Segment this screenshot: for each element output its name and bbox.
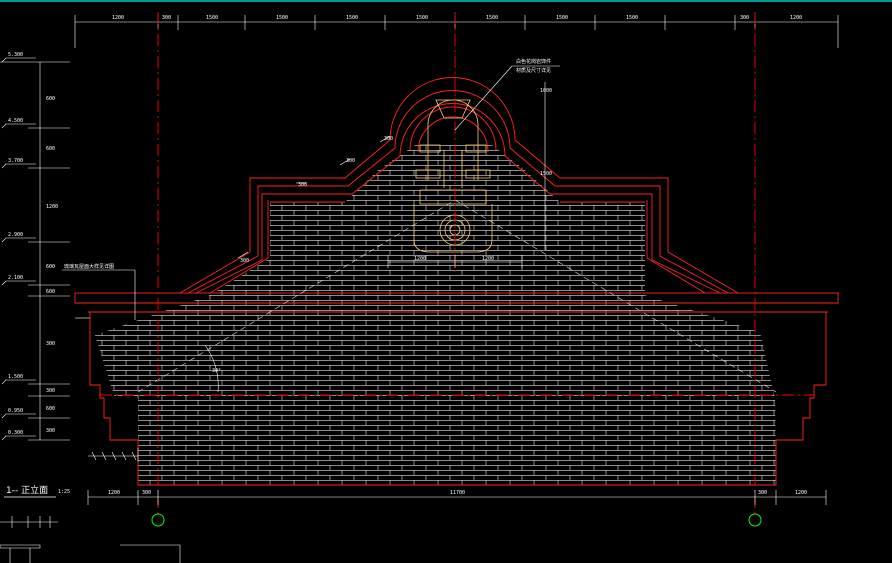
top-dimension-labels: 1200 300 1500 1500 1500 1500 1500 1500 1… <box>112 15 802 21</box>
top-dim-11: 1200 <box>790 15 802 21</box>
top-dim-10: 300 <box>740 15 749 21</box>
elev-6: 1.500 <box>8 374 23 380</box>
roof-dim-1: 300 <box>346 158 355 164</box>
roof-dim-2: 300 <box>298 182 307 188</box>
top-dim-2: 300 <box>162 15 171 21</box>
elev-7: 0.950 <box>8 408 23 414</box>
brick-wall-hatch <box>95 145 776 485</box>
roof-callout: 琉璃瓦屋面大样见详图 <box>62 263 136 320</box>
drawing-title-text: 1-- 正立面 <box>6 484 48 496</box>
bottom-dim-2: 300 <box>142 490 151 496</box>
left-dimension-labels: 600 600 1200 600 600 300 300 600 300 <box>46 96 58 434</box>
bottom-dim-4: 300 <box>758 490 767 496</box>
cad-elevation-drawing: 1200 300 1500 1500 1500 1500 1500 1500 1… <box>0 0 892 563</box>
drawing-scale: 1:25 <box>58 489 70 495</box>
drawing-title: 1-- 正立面 1:25 <box>4 484 70 498</box>
left-dim-8: 600 <box>46 406 55 412</box>
ornament-callout: 白色花岗岩饰件 材质及尺寸详见 <box>454 58 560 131</box>
left-dim-9: 300 <box>46 428 55 434</box>
center-dim-1: 1200 <box>414 256 426 262</box>
detail-fragment-left <box>0 516 58 563</box>
right-dim-1: 1000 <box>540 88 552 94</box>
left-dim-1: 600 <box>46 96 55 102</box>
grid-markers <box>151 513 762 527</box>
top-dim-1: 1200 <box>112 15 124 21</box>
elev-3: 3.700 <box>8 158 23 164</box>
roof-dim-3: 300 <box>240 258 249 264</box>
left-dim-3: 1200 <box>46 204 58 210</box>
elev-5: 2.100 <box>8 275 23 281</box>
left-dim-4: 600 <box>46 264 55 270</box>
top-dimension-chain <box>74 15 839 48</box>
left-dim-5: 600 <box>46 289 55 295</box>
top-dim-3: 1500 <box>206 15 218 21</box>
elev-2: 4.500 <box>8 118 23 124</box>
top-dim-4: 1500 <box>276 15 288 21</box>
left-dim-2: 600 <box>46 146 55 152</box>
right-dim-2: 1500 <box>540 171 552 177</box>
top-dim-6: 1500 <box>416 15 428 21</box>
roof-dim-4: 300 <box>384 136 393 142</box>
slope-angle-label: 30° <box>212 368 221 374</box>
ornament-callout-text: 白色花岗岩饰件 <box>516 58 551 65</box>
grid-marker-right <box>748 513 762 527</box>
top-dim-7: 1500 <box>486 15 498 21</box>
top-dim-9: 1500 <box>626 15 638 21</box>
bottom-dim-total: 11700 <box>450 490 465 496</box>
top-dim-8: 1500 <box>556 15 568 21</box>
elev-4: 2.900 <box>8 232 23 238</box>
left-dim-6: 300 <box>46 341 55 347</box>
left-dim-7: 300 <box>46 388 55 394</box>
elevation-markers: 5.300 4.500 3.700 2.900 2.100 1.500 0.95… <box>1 52 36 441</box>
ornament-callout-sub: 材质及尺寸详见 <box>516 67 551 74</box>
elev-8: 0.300 <box>8 430 23 436</box>
bottom-dim-1: 1200 <box>108 490 120 496</box>
elev-1: 5.300 <box>8 52 23 58</box>
grid-marker-left <box>151 513 165 527</box>
roof-callout-text: 琉璃瓦屋面大样见详图 <box>64 263 114 270</box>
bottom-dimension-labels: 1200 300 11700 300 1200 <box>108 490 807 496</box>
top-dim-5: 1500 <box>346 15 358 21</box>
bottom-dim-5: 1200 <box>795 490 807 496</box>
detail-fragment-center <box>120 544 181 563</box>
center-dim-2: 1200 <box>482 256 494 262</box>
